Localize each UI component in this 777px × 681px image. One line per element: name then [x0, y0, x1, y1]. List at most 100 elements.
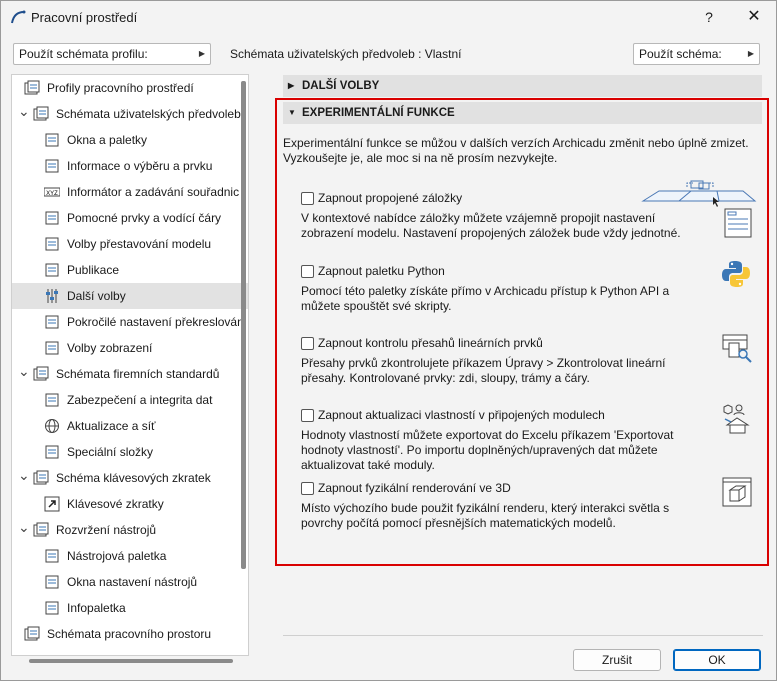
profile-scheme-dropdown[interactable]: Použít schémata profilu: ▶	[13, 43, 211, 65]
option-property-update: Zapnout aktualizaci vlastností v připoje…	[301, 407, 721, 475]
redraw-icon	[45, 315, 59, 329]
tree-item[interactable]: Speciální složky	[12, 439, 248, 465]
tree-item[interactable]: ⌄ Schéma klávesových zkratek	[12, 465, 248, 491]
tree-item-label: Informátor a zadávání souřadnic	[67, 185, 240, 199]
tree-item[interactable]: Pokročilé nastavení překreslován	[12, 309, 248, 335]
tree-item[interactable]: ⌄ Schémata uživatelských předvoleb	[12, 101, 248, 127]
chevron-down-icon[interactable]: ⌄	[18, 98, 30, 124]
option-label[interactable]: Zapnout aktualizaci vlastností v připoje…	[318, 407, 605, 424]
chevron-right-icon: ▶	[198, 49, 205, 58]
tree-item-label: Klávesové zkratky	[67, 497, 164, 511]
section-header-more-options[interactable]: ▶ DALŠÍ VOLBY	[283, 75, 762, 97]
tree-item-label: Pokročilé nastavení překreslován	[67, 315, 244, 329]
python-icon	[722, 261, 750, 287]
tree-item[interactable]: ⌄ Schémata firemních standardů	[12, 361, 248, 387]
tree-item-label: Volby přestavování modelu	[67, 237, 212, 251]
tree-item[interactable]: Klávesové zkratky	[12, 491, 248, 517]
chevron-down-icon[interactable]: ⌄	[18, 358, 30, 384]
tree-item-label: Profily pracovního prostředí	[47, 81, 194, 95]
property-update-checkbox[interactable]	[301, 409, 314, 422]
tree-item[interactable]: Další volby	[12, 283, 248, 309]
folders-icon	[45, 445, 59, 459]
tree-item-label: Další volby	[67, 289, 126, 303]
expanded-triangle-icon: ▼	[288, 108, 296, 117]
overlap-check-icon	[722, 334, 752, 363]
apply-scheme-label: Použít schéma:	[639, 47, 722, 61]
tree-item[interactable]: Aktualizace a síť	[12, 413, 248, 439]
tree-horizontal-scrollbar[interactable]	[29, 659, 233, 663]
tree-item[interactable]: Okna nastavení nástrojů	[12, 569, 248, 595]
help-button[interactable]: ?	[697, 6, 721, 28]
tree-item[interactable]: Informace o výběru a prvku	[12, 153, 248, 179]
ok-button[interactable]: OK	[673, 649, 761, 671]
tree-item[interactable]: Publikace	[12, 257, 248, 283]
tree-vertical-scrollbar[interactable]	[241, 81, 246, 569]
shortcut-schemes-icon	[33, 470, 49, 485]
apply-scheme-dropdown[interactable]: Použít schéma: ▶	[633, 43, 760, 65]
windows-palettes-icon	[45, 133, 59, 147]
user-schemes-icon	[33, 106, 49, 121]
selection-info-icon	[45, 159, 59, 173]
close-button[interactable]: ✕	[741, 6, 767, 28]
tree-item-label: Speciální složky	[67, 445, 154, 459]
python-palette-checkbox[interactable]	[301, 265, 314, 278]
shortcut-icon	[44, 496, 60, 512]
footer-separator	[283, 635, 763, 636]
option-python-palette: Zapnout paletku Python Pomocí této palet…	[301, 263, 721, 318]
tool-settings-icon	[45, 575, 59, 589]
tree-item-label: Schéma klávesových zkratek	[56, 471, 211, 485]
section-header-experimental[interactable]: ▼ EXPERIMENTÁLNÍ FUNKCE	[283, 102, 762, 124]
tree-item[interactable]: Pomocné prvky a vodící čáry	[12, 205, 248, 231]
tree-item[interactable]: Zabezpečení a integrita dat	[12, 387, 248, 413]
tree-item[interactable]: ⌄ Rozvržení nástrojů	[12, 517, 248, 543]
tree-item-label: Rozvržení nástrojů	[56, 523, 157, 537]
physical-render-checkbox[interactable]	[301, 482, 314, 495]
window-title: Pracovní prostředí	[31, 10, 138, 25]
guide-lines-icon	[45, 211, 59, 225]
model-rebuild-icon	[45, 237, 59, 251]
display-options-icon	[45, 341, 59, 355]
tree-item[interactable]: Okna a paletky	[12, 127, 248, 153]
tree-item-label: Pomocné prvky a vodící čáry	[67, 211, 222, 225]
tree-item-label: Informace o výběru a prvku	[67, 159, 213, 173]
infobox-icon	[45, 601, 59, 615]
experimental-intro-text: Experimentální funkce se můžou v dalších…	[283, 136, 749, 165]
tree-item-label: Schémata pracovního prostoru	[47, 627, 212, 641]
option-description: Místo výchozího bude použit fyzikální re…	[301, 501, 670, 530]
linked-tabs-icon	[641, 180, 757, 238]
linked-tabs-checkbox[interactable]	[301, 192, 314, 205]
tree-item-label: Infopaletka	[67, 601, 126, 615]
option-label[interactable]: Zapnout kontrolu přesahů lineárních prvk…	[318, 335, 543, 352]
settings-tree: Profily pracovního prostředí ⌄ Schémata už…	[11, 74, 249, 656]
render-3d-icon	[722, 477, 752, 507]
tree-item-label: Schémata firemních standardů	[56, 367, 220, 381]
profiles-icon	[24, 80, 40, 95]
tree-item[interactable]: Schémata pracovního prostoru	[12, 621, 248, 647]
overlap-check-checkbox[interactable]	[301, 337, 314, 350]
option-label[interactable]: Zapnout propojené záložky	[318, 190, 462, 207]
tree-item-label: Volby zobrazení	[67, 341, 153, 355]
collapsed-triangle-icon: ▶	[288, 81, 295, 90]
security-icon	[45, 393, 59, 407]
toolbox-icon	[45, 549, 59, 563]
tree-item-label: Nástrojová paletka	[67, 549, 167, 563]
option-description: Hodnoty vlastností můžete exportovat do …	[301, 428, 674, 472]
option-label[interactable]: Zapnout paletku Python	[318, 263, 445, 280]
chevron-down-icon[interactable]: ⌄	[18, 514, 30, 540]
company-schemes-icon	[33, 366, 49, 381]
tree-item[interactable]: Nástrojová paletka	[12, 543, 248, 569]
tree-item-label: Schémata uživatelských předvoleb	[56, 107, 241, 121]
archicad-logo-icon	[11, 10, 26, 24]
option-description: Přesahy prvků zkontrolujete příkazem Úpr…	[301, 356, 666, 385]
tree-item-label: Zabezpečení a integrita dat	[67, 393, 213, 407]
tree-item[interactable]: Infopaletka	[12, 595, 248, 621]
globe-icon	[45, 419, 59, 433]
cancel-button[interactable]: Zrušit	[573, 649, 661, 671]
tree-item[interactable]: Volby zobrazení	[12, 335, 248, 361]
tree-item[interactable]: Volby přestavování modelu	[12, 231, 248, 257]
chevron-down-icon[interactable]: ⌄	[18, 462, 30, 488]
option-label[interactable]: Zapnout fyzikální renderování ve 3D	[318, 480, 511, 497]
tree-item[interactable]: Profily pracovního prostředí	[12, 75, 248, 101]
tree-item[interactable]: XYZ Informátor a zadávání souřadnic	[12, 179, 248, 205]
tree-item-label: Okna nastavení nástrojů	[67, 575, 198, 589]
